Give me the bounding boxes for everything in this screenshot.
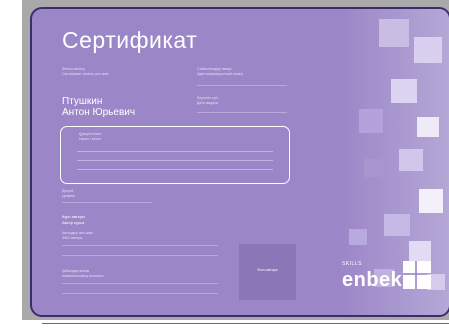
recipient-label: Өтініш иесінің Сертификат иесінің аты-жө… [62,67,109,76]
level-underline [62,202,152,203]
competency-line-2 [77,160,273,161]
course-author-label: Курс авторы [62,214,85,219]
signature-label: Қабылдау аталы комиссиясының хатшысы [62,269,104,278]
logo-mark-icon [403,261,431,289]
logo-skills-text: SKILLS [342,261,362,267]
date-underline [197,112,287,113]
signature-line-2 [62,293,218,294]
id-underline [197,85,287,86]
level-label: Деңгей уровень [62,189,76,198]
signature-line-1 [62,283,218,284]
bottom-divider [42,323,449,324]
logo-brand-text: enbek [342,269,403,291]
recipient-given-names: Антон Юрьевич [62,107,136,118]
date-label: Берілген күні Дата выдачи [197,96,219,105]
certificate-title: Сертификат [62,27,198,53]
competency-line-3 [77,169,273,170]
stamp-placeholder: Фото автора [239,244,296,300]
competency-line-1 [77,151,273,152]
recipient-surname: Птушкин [62,96,103,107]
id-label: Сәйкестендіру нөмірі Идентификационный н… [197,67,243,76]
certificate-card: Сертификат Өтініш иесінің Сертификат иес… [30,7,449,317]
course-author-value: Автор курса [62,220,85,225]
author-detail-label: Автордың аты-жөні ФИО автора [62,231,94,240]
competency-label: Құзыреттілікті танып / өткен [79,132,102,141]
competency-box: Құзыреттілікті танып / өткен [60,126,290,184]
author-line-1 [62,245,218,246]
recipient-name: Птушкин Антон Юрьевич [62,96,135,118]
enbek-logo: SKILLS enbek [342,261,432,301]
author-line-2 [62,255,218,256]
stamp-label: Фото автора [257,268,278,272]
